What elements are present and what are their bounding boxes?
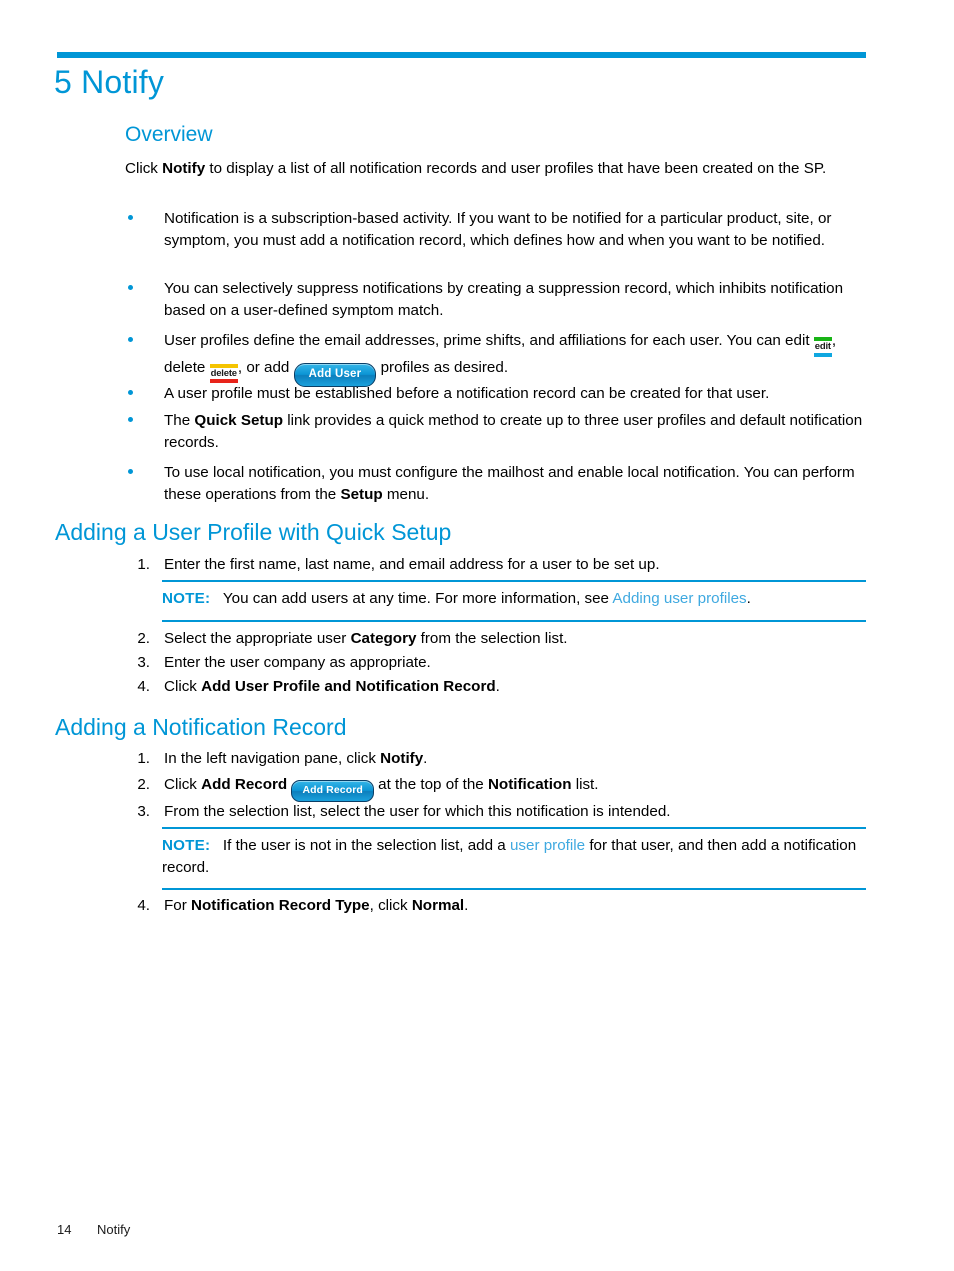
user-profiles-tail: profiles as desired. [376,358,509,376]
local-notification-post: menu. [382,485,430,503]
overview-intro-bold: Notify [162,160,206,177]
nstep2-post: list. [571,776,599,793]
list-item-text: Select the appropriate user Category fro… [164,628,864,650]
page-footer: 14 Notify [57,1222,130,1237]
nstep4-bold: Notification Record Type [191,897,370,914]
user-profiles-lead: User profiles define the email addresses… [164,332,814,349]
delete-icon-label: delete [210,367,237,379]
footer-page-number: 14 [57,1222,72,1237]
delete-icon[interactable]: delete [209,363,238,383]
bullet-icon [128,469,133,474]
list-number: 4. [137,897,150,914]
nstep1-bold: Notify [380,750,424,767]
list-item-text: Enter the first name, last name, and ema… [164,556,660,573]
list-item-text: You can selectively suppress notificatio… [164,280,844,319]
bullet-icon [128,417,133,422]
nstep2-pre: Click [164,776,202,793]
bullet-icon [128,285,133,290]
note-rule-bottom [162,620,866,622]
document-page: 5 Notify Overview Click Notify to displa… [0,0,954,1271]
chapter-rule [57,52,866,58]
nstep4-post: . [464,897,469,914]
note-admonition: NOTE: You can add users at any time. For… [162,580,866,622]
bullet-icon [128,337,133,342]
list-number: 1. [137,750,150,767]
list-item-text: Enter the user company as appropriate. [164,654,431,671]
nstep4-mid: , click [369,897,412,914]
list-item-text: A user profile must be established befor… [164,385,770,402]
step2-bold: Category [350,630,417,647]
list-number: 2. [137,776,150,793]
step2-post: from the selection list. [416,630,568,647]
footer-section-name: Notify [97,1222,131,1237]
note-rule-bottom [162,888,866,890]
note-text: NOTE: If the user is not in the selectio… [162,835,866,878]
list-number: 3. [137,803,150,820]
step4-post: . [495,678,500,695]
step4-pre: Click [164,678,202,695]
overview-intro-post: to display a list of all notification re… [205,160,827,177]
note2-pre: If the user is not in the selection list… [222,837,510,854]
list-item-text: To use local notification, you must conf… [164,462,870,505]
note-pre: You can add users at any time. For more … [222,590,613,607]
nstep2-bold2: Notification [487,776,572,793]
list-number: 4. [137,678,150,695]
edit-icon-label: edit [814,341,831,352]
add-record-button[interactable]: Add Record [291,780,374,802]
list-item-text: Notification is a subscription-based act… [164,210,832,249]
note-label: NOTE: [162,590,211,607]
nstep4-bold2: Normal [411,897,465,914]
nstep2-bold: Add Record [201,776,288,793]
local-notification-bold: Setup [340,485,383,503]
note-rule-top [162,580,866,582]
nstep2-mid: at the top of the [373,776,488,793]
list-item-text: In the left navigation pane, click Notif… [164,748,864,770]
link-adding-user-profiles[interactable]: Adding user profiles [612,590,746,607]
note-label: NOTE: [162,837,211,854]
list-item-text: User profiles define the email addresses… [164,330,879,387]
list-item-text: For Notification Record Type, click Norm… [164,895,864,917]
user-profiles-mid2: , or add [237,358,294,376]
note-rule-top [162,827,866,829]
nstep1-post: . [423,750,428,767]
step4-bold: Add User Profile and Notification Record [201,678,496,695]
list-item-text: The Quick Setup link provides a quick me… [164,410,864,453]
quick-setup-pre: The [164,412,195,429]
list-item-text: Click Add Record Add Record at the top o… [164,774,864,802]
heading-adding-user-profile-quick-setup: Adding a User Profile with Quick Setup [55,519,452,545]
edit-icon[interactable]: edit [813,337,832,357]
note-text: NOTE: You can add users at any time. For… [162,588,751,610]
quick-setup-bold: Quick Setup [194,412,284,429]
page-title: 5 Notify [54,64,165,100]
local-notification-pre: To use local notification, you must conf… [164,464,855,503]
edit-icon-bottom-bar [813,352,832,357]
note-post: . [746,590,751,607]
bullet-icon [128,390,133,395]
overview-intro-paragraph: Click Notify to display a list of all no… [125,158,870,180]
nstep1-pre: In the left navigation pane, click [164,750,381,767]
list-item-text: Click Add User Profile and Notification … [164,676,864,698]
bullet-icon [128,215,133,220]
heading-adding-notification-record: Adding a Notification Record [55,714,347,740]
list-item-text: From the selection list, select the user… [164,803,671,820]
overview-intro-pre: Click [125,160,163,177]
note-admonition: NOTE: If the user is not in the selectio… [162,827,866,890]
link-user-profile[interactable]: user profile [510,837,585,854]
list-number: 3. [137,654,150,671]
list-number: 2. [137,630,150,647]
step2-pre: Select the appropriate user [164,630,351,647]
heading-overview: Overview [125,123,213,146]
nstep4-pre: For [164,897,192,914]
list-number: 1. [137,556,150,573]
